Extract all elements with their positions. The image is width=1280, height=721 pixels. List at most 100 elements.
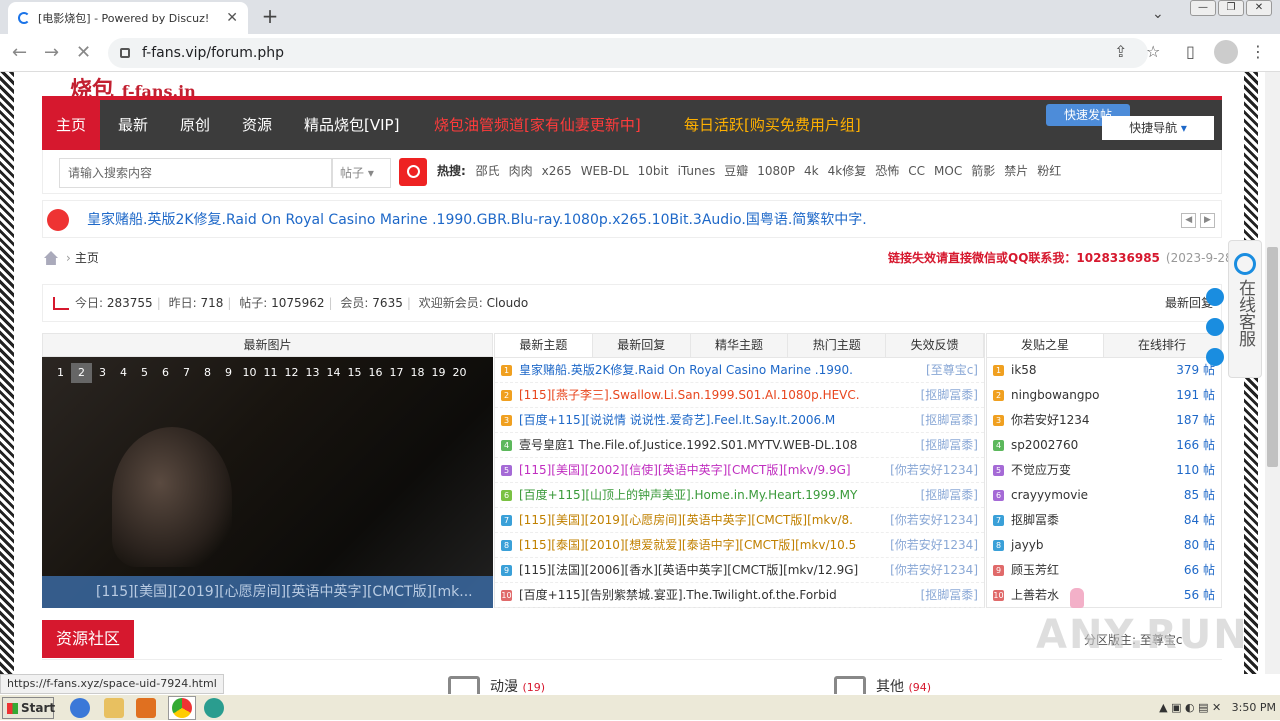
user-name-link[interactable]: 顾玉芳红 bbox=[1011, 558, 1059, 583]
hot-item[interactable]: 1080P bbox=[757, 164, 795, 178]
thread-author-link[interactable]: [你若安好1234] bbox=[890, 558, 978, 583]
profile-avatar[interactable] bbox=[1214, 40, 1238, 64]
breadcrumb-home[interactable]: 主页 bbox=[75, 251, 99, 265]
media-player-icon[interactable] bbox=[136, 698, 156, 718]
user-name-link[interactable]: ningbowangpo bbox=[1011, 383, 1099, 408]
close-icon[interactable]: ✕ bbox=[226, 10, 238, 26]
page-scrollbar[interactable] bbox=[1265, 72, 1280, 674]
newest-member-link[interactable]: Cloudo bbox=[487, 296, 529, 310]
thread-title-link[interactable]: [百度+115][山顶上的钟声美亚].Home.in.My.Heart.1999… bbox=[519, 483, 859, 508]
thread-title-link[interactable]: 皇家赌船.英版2K修复.Raid On Royal Casino Marine … bbox=[519, 358, 859, 383]
hot-item[interactable]: WEB-DL bbox=[581, 164, 629, 178]
hot-item[interactable]: iTunes bbox=[678, 164, 716, 178]
slide-page[interactable]: 8 bbox=[197, 363, 218, 383]
thread-title-link[interactable]: [百度+115][告别紫禁城.宴亚].The.Twilight.of.the.F… bbox=[519, 583, 859, 608]
hot-item[interactable]: 箭影 bbox=[971, 164, 995, 178]
nav-resources[interactable]: 资源 bbox=[228, 100, 286, 150]
share-icon[interactable]: ⇪ bbox=[1114, 42, 1127, 61]
hot-item[interactable]: 肉肉 bbox=[509, 164, 533, 178]
start-button[interactable]: Start bbox=[2, 697, 55, 719]
nav-home[interactable]: 主页 bbox=[42, 100, 101, 150]
user-name-link[interactable]: 抠脚冨黍 bbox=[1011, 508, 1059, 533]
user-name-link[interactable]: 不觉应万变 bbox=[1011, 458, 1071, 483]
minimize-button[interactable]: — bbox=[1190, 0, 1216, 16]
slide-page[interactable]: 18 bbox=[407, 363, 428, 383]
slide-page-current[interactable]: 2 bbox=[71, 363, 92, 383]
menu-icon[interactable]: ⋮ bbox=[1250, 42, 1266, 61]
side-help-icon[interactable] bbox=[1206, 348, 1224, 366]
side-post-icon[interactable] bbox=[1206, 318, 1224, 336]
nav-original[interactable]: 原创 bbox=[166, 100, 224, 150]
announcement-link[interactable]: 皇家赌船.英版2K修复.Raid On Royal Casino Marine … bbox=[87, 201, 867, 239]
thread-title-link[interactable]: [115][泰国][2010][想爱就爱][泰语中字][CMCT版][mkv/1… bbox=[519, 533, 859, 558]
prev-arrow-icon[interactable]: ◀ bbox=[1181, 213, 1197, 228]
slide-page[interactable]: 7 bbox=[176, 363, 197, 383]
slide-page[interactable]: 11 bbox=[260, 363, 281, 383]
hot-item[interactable]: CC bbox=[908, 164, 925, 178]
url-bar[interactable]: f-fans.vip/forum.php bbox=[108, 38, 1148, 68]
user-name-link[interactable]: 上善若水 bbox=[1011, 583, 1059, 608]
search-button[interactable] bbox=[399, 158, 427, 186]
edge-icon[interactable] bbox=[204, 698, 224, 718]
category-anime[interactable]: 动漫 (19) bbox=[490, 676, 545, 696]
tray-icons[interactable]: ▲ ▣ ◐ ▤ ✕ bbox=[1159, 701, 1225, 714]
chevron-down-icon[interactable]: ⌄ bbox=[1152, 6, 1164, 22]
slideshow-caption[interactable]: [115][美国][2019][心愿房间][英语中英字][CMCT版][mk..… bbox=[42, 576, 493, 608]
thread-title-link[interactable]: [百度+115][说说情 说说性.爱奇艺].Feel.It.Say.It.200… bbox=[519, 408, 859, 433]
slide-page[interactable]: 3 bbox=[92, 363, 113, 383]
nav-vip[interactable]: 精品烧包[VIP] bbox=[290, 100, 413, 150]
slide-page[interactable]: 14 bbox=[323, 363, 344, 383]
slide-page[interactable]: 1 bbox=[50, 363, 71, 383]
sidebar-icon[interactable]: ▯ bbox=[1186, 42, 1195, 61]
slide-page[interactable]: 19 bbox=[428, 363, 449, 383]
slide-page[interactable]: 17 bbox=[386, 363, 407, 383]
thread-author-link[interactable]: [抠脚冨黍] bbox=[921, 383, 978, 408]
hot-item[interactable]: x265 bbox=[542, 164, 572, 178]
hot-item[interactable]: 10bit bbox=[638, 164, 669, 178]
search-input[interactable]: 请输入搜索内容 bbox=[59, 158, 333, 188]
user-name-link[interactable]: crayyymovie bbox=[1011, 483, 1088, 508]
hot-item[interactable]: MOC bbox=[934, 164, 962, 178]
slide-page[interactable]: 12 bbox=[281, 363, 302, 383]
back-icon[interactable]: ← bbox=[12, 42, 27, 63]
section-title[interactable]: 资源社区 bbox=[42, 620, 135, 658]
stop-icon[interactable]: ✕ bbox=[76, 42, 91, 63]
chrome-taskbar-button[interactable] bbox=[168, 696, 196, 720]
tab-online-ranking[interactable]: 在线排行 bbox=[1104, 334, 1221, 357]
home-icon[interactable] bbox=[44, 251, 58, 265]
tab-latest-threads[interactable]: 最新主题 bbox=[495, 334, 593, 357]
thread-author-link[interactable]: [抠脚冨黍] bbox=[921, 583, 978, 608]
quick-nav-dropdown[interactable]: 快捷导航 ▾ bbox=[1102, 116, 1214, 140]
slide-page[interactable]: 13 bbox=[302, 363, 323, 383]
tab-feedback[interactable]: 失效反馈 bbox=[886, 334, 984, 357]
hot-item[interactable]: 禁片 bbox=[1004, 164, 1028, 178]
hot-item[interactable]: 4k bbox=[804, 164, 819, 178]
nav-latest[interactable]: 最新 bbox=[104, 100, 162, 150]
tab-top-posters[interactable]: 发贴之星 bbox=[987, 334, 1104, 357]
browser-tab[interactable]: [电影烧包] - Powered by Discuz! ✕ bbox=[8, 2, 248, 34]
slide-page[interactable]: 9 bbox=[218, 363, 239, 383]
star-icon[interactable]: ☆ bbox=[1146, 42, 1160, 61]
hot-item[interactable]: 粉红 bbox=[1037, 164, 1061, 178]
thread-title-link[interactable]: 壹号皇庭1 The.File.of.Justice.1992.S01.MYTV.… bbox=[519, 433, 859, 458]
user-name-link[interactable]: ik58 bbox=[1011, 358, 1037, 383]
side-user-icon[interactable] bbox=[1206, 288, 1224, 306]
close-window-button[interactable]: ✕ bbox=[1246, 0, 1272, 16]
thread-title-link[interactable]: [115][法国][2006][香水][英语中英字][CMCT版][mkv/12… bbox=[519, 558, 859, 583]
slideshow-image[interactable]: 1 2 3 4 5 6 7 8 9 10 11 12 13 14 15 16 17 18 19 20 [115][美国… bbox=[42, 357, 493, 608]
slide-page[interactable]: 4 bbox=[113, 363, 134, 383]
scroll-thumb[interactable] bbox=[1267, 247, 1278, 467]
tab-featured[interactable]: 精华主题 bbox=[691, 334, 789, 357]
hot-item[interactable]: 豆瓣 bbox=[724, 164, 748, 178]
forward-icon[interactable]: → bbox=[44, 42, 59, 63]
thread-title-link[interactable]: [115][燕子李三].Swallow.Li.San.1999.S01.AI.1… bbox=[519, 383, 859, 408]
folder-icon[interactable] bbox=[104, 698, 124, 718]
user-name-link[interactable]: jayyb bbox=[1011, 533, 1044, 558]
tab-latest-replies[interactable]: 最新回复 bbox=[593, 334, 691, 357]
slide-page[interactable]: 16 bbox=[365, 363, 386, 383]
nav-youtube-promo[interactable]: 烧包油管频道[家有仙妻更新中] bbox=[420, 100, 655, 150]
slide-page[interactable]: 20 bbox=[449, 363, 470, 383]
hot-item[interactable]: 恐怖 bbox=[875, 164, 899, 178]
hot-item[interactable]: 4k修复 bbox=[828, 164, 867, 178]
slide-page[interactable]: 5 bbox=[134, 363, 155, 383]
